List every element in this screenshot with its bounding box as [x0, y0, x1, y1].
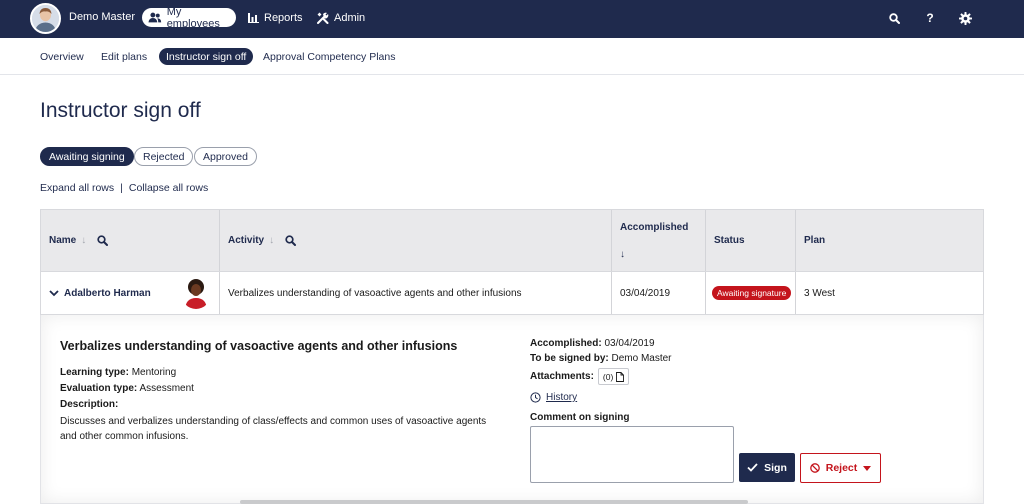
accomplished-value: 03/04/2019	[604, 338, 655, 349]
cell-name[interactable]: Adalberto Harman	[41, 272, 220, 314]
help-icon[interactable]: ?	[922, 10, 938, 26]
people-icon	[148, 12, 162, 23]
top-navigation-bar: Demo Master My employees Reports Admin ?	[0, 0, 1024, 38]
tools-icon	[317, 12, 329, 24]
column-status-label: Status	[714, 235, 745, 246]
learning-type-line: Learning type: Mentoring	[60, 367, 176, 378]
accomplished-label: Accomplished	[530, 338, 599, 349]
attachments-count: (0)	[602, 371, 614, 382]
attachments-label: Attachments:	[530, 371, 594, 382]
sort-arrow-icon[interactable]: ↓	[81, 235, 86, 246]
column-header-status: Status	[706, 210, 796, 271]
user-avatar-image	[32, 5, 59, 32]
learning-type-value: Mentoring	[131, 367, 177, 378]
detail-title: Verbalizes understanding of vasoactive a…	[60, 339, 458, 353]
nav-admin[interactable]: Admin	[317, 8, 365, 27]
filter-awaiting-signing[interactable]: Awaiting signing	[40, 147, 134, 166]
separator: |	[120, 182, 123, 194]
sort-descending-icon[interactable]: ↓	[620, 249, 625, 260]
table-row[interactable]: Adalberto Harman Verbalizes understandin…	[40, 272, 984, 315]
status-badge: Awaiting signature	[712, 286, 792, 300]
row-details-panel: Verbalizes understanding of vasoactive a…	[40, 315, 984, 504]
checkmark-icon	[747, 463, 758, 472]
subnav-approval-competency-plans[interactable]: Approval Competency Plans	[263, 48, 396, 65]
signed-by-label: To be signed by:	[530, 353, 609, 364]
sort-arrow-icon[interactable]: ↓	[269, 235, 274, 246]
nav-my-employees[interactable]: My employees	[142, 5, 236, 30]
sign-button-label: Sign	[764, 461, 787, 474]
employee-name[interactable]: Adalberto Harman	[64, 288, 151, 299]
signed-by-value: Demo Master	[611, 353, 672, 364]
comment-textarea[interactable]	[530, 426, 734, 483]
subnav-overview[interactable]: Overview	[40, 48, 84, 65]
attachments-line: Attachments: (0)	[530, 368, 630, 385]
subnav-instructor-sign-off[interactable]: Instructor sign off	[159, 48, 254, 65]
caret-down-icon	[863, 465, 872, 471]
column-name-label: Name	[49, 235, 77, 246]
search-icon[interactable]	[97, 235, 109, 246]
search-icon[interactable]	[285, 235, 297, 246]
table-header: Name ↓ Activity ↓ Accomplished ↓ Status …	[40, 209, 984, 272]
user-avatar[interactable]	[30, 3, 61, 34]
cell-accomplished: 03/04/2019	[612, 272, 706, 314]
search-icon[interactable]	[886, 10, 902, 26]
history-link[interactable]: History	[546, 392, 577, 403]
filter-approved[interactable]: Approved	[194, 147, 257, 166]
nav-my-employees-label: My employees	[166, 5, 220, 30]
file-icon	[616, 371, 625, 382]
nav-admin-label: Admin	[334, 11, 366, 24]
nav-reports-label: Reports	[264, 11, 303, 24]
column-activity-label: Activity	[228, 235, 265, 246]
cell-plan: 3 West	[804, 287, 835, 299]
reject-button[interactable]: Reject	[800, 453, 881, 483]
ban-icon	[809, 463, 820, 473]
attachments-button[interactable]: (0)	[597, 368, 630, 385]
reject-button-label: Reject	[825, 462, 858, 474]
sign-button[interactable]: Sign	[739, 453, 795, 482]
column-header-plan: Plan	[796, 210, 983, 271]
employee-avatar	[181, 277, 211, 309]
gear-icon[interactable]	[957, 10, 973, 26]
comment-label: Comment on signing	[530, 412, 630, 423]
cell-status: Awaiting signature	[706, 272, 796, 314]
evaluation-type-line: Evaluation type: Assessment	[60, 383, 194, 394]
expand-collapse-controls: Expand all rows | Collapse all rows	[40, 182, 208, 194]
filter-rejected[interactable]: Rejected	[134, 147, 194, 166]
collapse-all-rows-link[interactable]: Collapse all rows	[129, 182, 208, 194]
column-accomplished-label: Accomplished	[620, 221, 689, 233]
signed-by-line: To be signed by: Demo Master	[530, 353, 672, 364]
description-text: Discusses and verbalizes understanding o…	[60, 416, 487, 442]
evaluation-type-value: Assessment	[139, 383, 194, 394]
page-title: Instructor sign off	[40, 99, 201, 122]
sub-navigation: Overview Edit plans Instructor sign off …	[0, 38, 1024, 75]
description-label-text: Description:	[60, 399, 119, 410]
bar-chart-icon	[248, 12, 259, 23]
nav-reports[interactable]: Reports	[248, 8, 303, 27]
column-header-accomplished[interactable]: Accomplished ↓	[612, 210, 706, 271]
column-header-name[interactable]: Name ↓	[41, 210, 220, 271]
column-plan-label: Plan	[804, 235, 826, 246]
user-name[interactable]: Demo Master	[69, 11, 135, 23]
chevron-down-icon[interactable]	[49, 289, 59, 297]
expand-all-rows-link[interactable]: Expand all rows	[40, 182, 114, 194]
column-header-activity[interactable]: Activity ↓	[220, 210, 612, 271]
cell-activity: Verbalizes understanding of vasoactive a…	[220, 272, 612, 314]
learning-type-label: Learning type:	[60, 367, 129, 378]
accomplished-line: Accomplished: 03/04/2019	[530, 338, 655, 349]
horizontal-scrollbar[interactable]	[240, 500, 748, 504]
description-label: Description:	[60, 399, 118, 410]
subnav-edit-plans[interactable]: Edit plans	[101, 48, 147, 65]
history-link-row[interactable]: History	[530, 392, 577, 403]
clock-icon	[530, 392, 541, 403]
evaluation-type-label: Evaluation type:	[60, 383, 138, 394]
